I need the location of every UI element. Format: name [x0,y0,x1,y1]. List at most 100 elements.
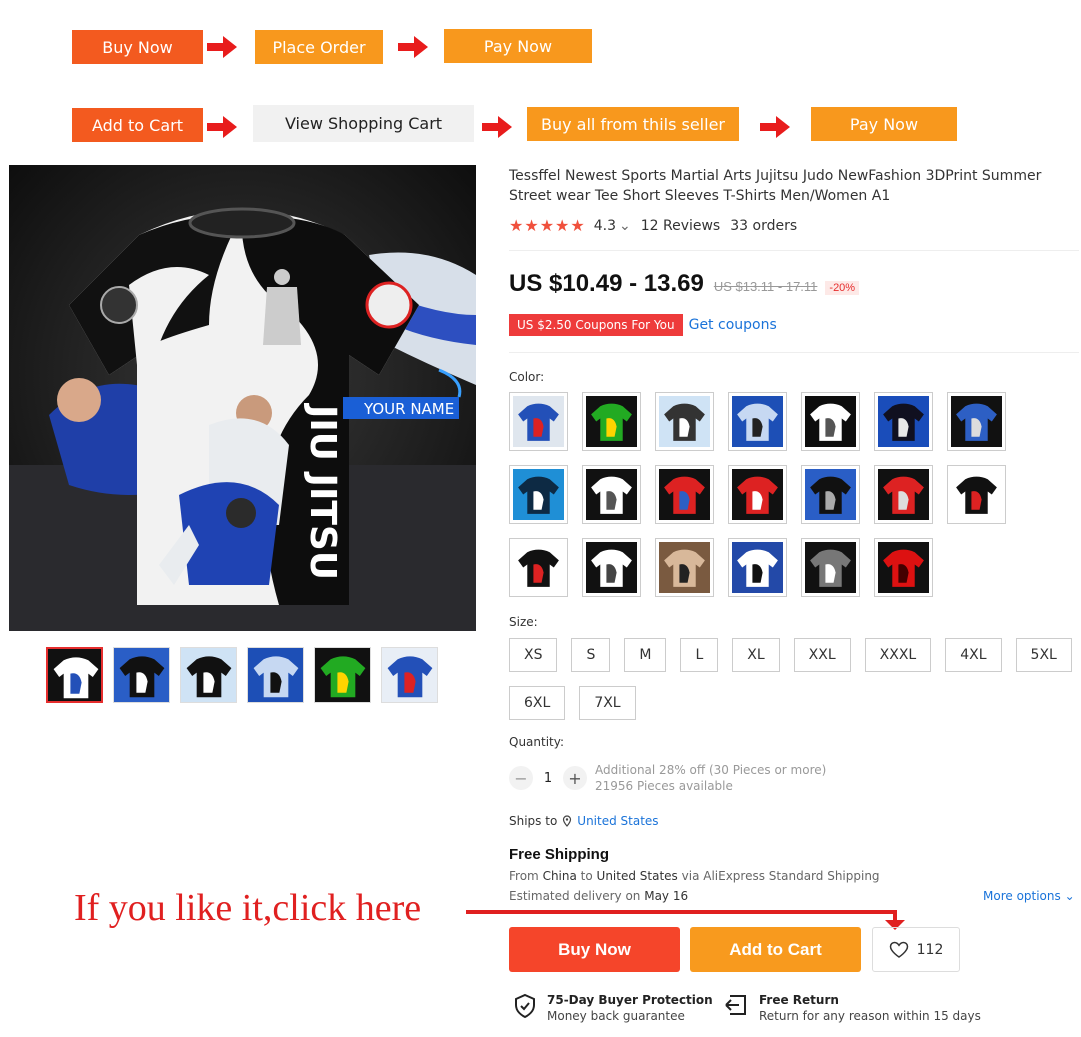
shirt-thumbnail-icon [659,469,710,520]
shipping-method: via AliExpress Standard Shipping [681,869,880,883]
size-option[interactable]: 6XL [509,686,566,720]
flow-pay-now-2-button[interactable]: Pay Now [811,107,957,141]
color-swatch[interactable] [728,465,787,524]
rating-row: ★★★★★ 4.3 ⌄ 12 Reviews 33 orders [509,216,797,235]
thumbnail[interactable] [381,647,438,703]
quantity-stepper: − 1 + Additional 28% off (30 Pieces or m… [509,762,826,794]
color-swatch[interactable] [874,392,933,451]
color-swatch[interactable] [582,465,641,524]
coupon-tag[interactable]: US $2.50 Coupons For You [509,314,683,336]
stock-available-text: 21956 Pieces available [595,779,733,793]
shirt-thumbnail-icon [586,396,637,447]
color-swatch[interactable] [582,538,641,597]
color-swatch[interactable] [509,392,568,451]
size-option[interactable]: 5XL [1015,638,1072,672]
size-option[interactable]: XXL [793,638,851,672]
delivery-date: May 16 [644,889,689,903]
flow-buy-now-button[interactable]: Buy Now [72,30,203,64]
color-swatch[interactable] [801,392,860,451]
shipping-route: From China to United States via AliExpre… [509,869,880,883]
product-main-image[interactable]: JIU JITSU YOUR NAME [9,165,476,631]
rating-value[interactable]: 4.3 [594,218,616,234]
right-arrow-icon [398,36,428,58]
from-label: From [509,869,539,883]
more-options-link[interactable]: More options ⌄ [983,889,1075,903]
divider [509,352,1079,353]
shirt-thumbnail-icon [732,396,783,447]
color-swatch[interactable] [801,538,860,597]
get-coupons-link[interactable]: Get coupons [689,317,777,333]
color-swatch[interactable] [509,465,568,524]
color-swatch[interactable] [947,465,1006,524]
color-swatch[interactable] [655,392,714,451]
destination-country: United States [596,869,678,883]
size-option[interactable]: XXXL [864,638,932,672]
color-swatch[interactable] [874,538,933,597]
quantity-label: Quantity: [509,735,565,749]
shirt-thumbnail-icon [732,542,783,593]
size-option[interactable]: 4XL [945,638,1002,672]
orders-count: 33 orders [730,217,798,234]
quantity-minus-button[interactable]: − [509,766,533,790]
ship-country-link[interactable]: United States [577,814,658,828]
wishlist-count: 112 [916,941,944,958]
flow-view-cart-button[interactable]: View Shopping Cart [253,105,474,142]
color-swatch[interactable] [728,392,787,451]
flow-buy-all-button[interactable]: Buy all from thils seller [527,107,739,141]
size-option[interactable]: XS [509,638,558,672]
color-swatch[interactable] [728,538,787,597]
quantity-plus-button[interactable]: + [563,766,587,790]
thumbnail[interactable] [314,647,371,703]
thumbnail[interactable] [247,647,304,703]
shirt-thumbnail-icon [805,396,856,447]
reviews-link[interactable]: 12 Reviews [641,218,721,234]
estimated-delivery: Estimated delivery on May 16 [509,889,688,903]
flow-place-order-button[interactable]: Place Order [255,30,383,64]
color-swatch[interactable] [509,538,568,597]
size-option[interactable]: M [624,638,667,672]
thumbnail[interactable] [180,647,237,703]
chevron-down-icon[interactable]: ⌄ [619,218,631,234]
size-option[interactable]: XL [732,638,780,672]
thumbnail-strip [46,647,438,703]
color-swatch[interactable] [655,465,714,524]
size-option[interactable]: L [680,638,719,672]
buyer-protection-title: 75-Day Buyer Protection [547,993,713,1007]
color-swatch[interactable] [874,465,933,524]
rating-stars-icon: ★★★★★ [509,216,586,235]
price-range: US $10.49 - 13.69 [509,270,704,297]
size-option[interactable]: S [571,638,611,672]
thumbnail[interactable] [46,647,103,703]
size-label: Size: [509,615,538,629]
thumbnail[interactable] [113,647,170,703]
shirt-thumbnail-icon [586,469,637,520]
color-swatch[interactable] [801,465,860,524]
shirt-thumbnail-icon [513,542,564,593]
shirt-thumbnail-icon [878,396,929,447]
buy-now-button[interactable]: Buy Now [509,927,680,972]
price-row: US $10.49 - 13.69 US $13.11 - 17.11 -20% [509,270,860,298]
ships-to-label: Ships to [509,814,558,828]
shirt-thumbnail-icon [586,542,637,593]
shirt-thumbnail-icon [878,469,929,520]
flow-pay-now-button[interactable]: Pay Now [444,29,592,63]
ships-to-row: Ships to United States [509,814,659,828]
quantity-value[interactable]: 1 [533,771,563,786]
color-swatch[interactable] [582,392,641,451]
shirt-thumbnail-icon [659,542,710,593]
color-swatch[interactable] [655,538,714,597]
free-shipping-heading: Free Shipping [509,846,610,863]
wishlist-button[interactable]: 112 [872,927,960,972]
flow-add-to-cart-button[interactable]: Add to Cart [72,108,203,142]
bulk-discount-text: Additional 28% off (30 Pieces or more) [595,763,827,777]
color-swatch[interactable] [947,392,1006,451]
shirt-thumbnail-icon [805,542,856,593]
shirt-thumbnail-icon [659,396,710,447]
add-to-cart-button[interactable]: Add to Cart [690,927,861,972]
free-return: Free Return Return for any reason within… [723,993,981,1023]
size-option[interactable]: 7XL [579,686,636,720]
buyer-protection-subtitle: Money back guarantee [547,1009,685,1023]
shirt-thumbnail-icon [951,396,1002,447]
location-pin-icon [563,815,572,827]
shirt-thumbnail-icon [805,469,856,520]
